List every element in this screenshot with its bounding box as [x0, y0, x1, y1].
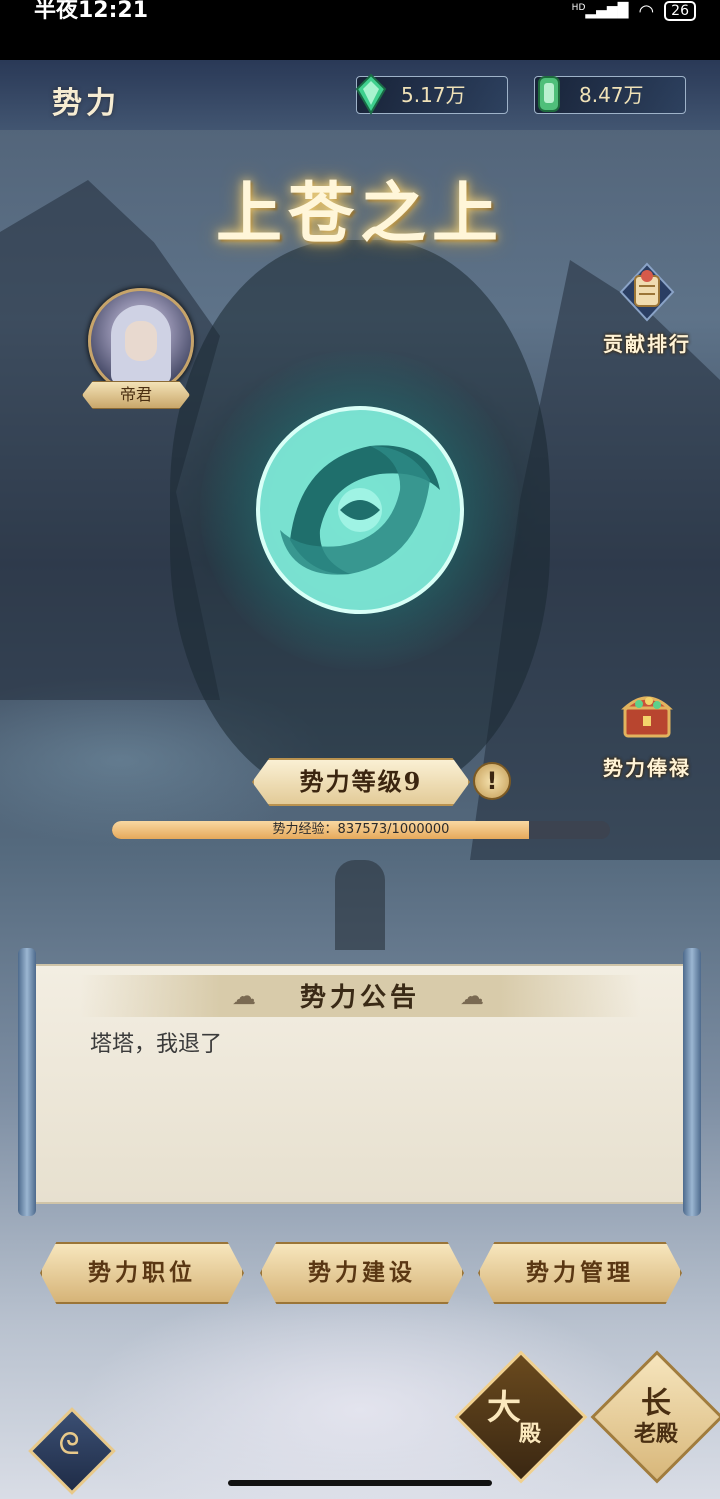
resource-gem[interactable]: 5.17万	[355, 73, 508, 115]
experience-text: 势力经验：837573/1000000	[272, 822, 450, 837]
notice-content[interactable]: 塔塔，我退了	[90, 1026, 222, 1058]
main-hall-button[interactable]: 大 殿	[454, 1350, 588, 1484]
faction-manage-button[interactable]: 势力管理	[478, 1242, 682, 1304]
elder-hall-button[interactable]: 长 老殿	[590, 1350, 720, 1484]
back-button[interactable]: ᘓ	[28, 1407, 116, 1495]
back-swirl-icon: ᘓ	[58, 1427, 80, 1462]
scroll-rod-right	[683, 948, 701, 1216]
salary-label: 势力俸禄	[603, 756, 691, 780]
jade-token-icon	[538, 76, 560, 112]
page-title: 势力	[52, 86, 120, 121]
contribution-ranking-button[interactable]: 贡献排行	[592, 262, 702, 357]
notice-title: 势力公告	[299, 983, 420, 1013]
battery-icon: 26	[664, 1, 696, 21]
jade-amount: 8.47万	[579, 83, 644, 107]
faction-name: 上苍之上	[216, 174, 504, 252]
dragon-emblem-icon	[256, 406, 464, 614]
cloud-ornament-right-icon: ☁	[460, 982, 484, 1010]
scroll-ranking-icon	[619, 262, 675, 322]
signal-icon: HD▂▄▆█	[571, 3, 629, 19]
status-bar: 半夜12:21 HD▂▄▆█ ◠ 26	[0, 0, 720, 60]
green-gem-icon	[355, 73, 387, 115]
resource-jade[interactable]: 8.47万	[534, 76, 686, 114]
elder-hall-label-bottom: 老殿	[633, 1421, 678, 1447]
faction-build-button[interactable]: 势力建设	[260, 1242, 464, 1304]
avatar-face	[125, 321, 157, 361]
home-indicator[interactable]	[228, 1480, 492, 1486]
faction-emblem[interactable]	[200, 350, 520, 670]
gem-amount: 5.17万	[401, 83, 466, 107]
treasure-chest-icon	[621, 696, 673, 738]
ranking-label: 贡献排行	[603, 332, 691, 356]
wifi-icon: ◠	[638, 0, 655, 22]
distant-stupa	[335, 860, 385, 950]
top-header: 势力 5.17万 8.47万	[0, 60, 720, 130]
network-label: HD	[571, 3, 586, 13]
scroll-rod-left	[18, 948, 36, 1216]
faction-level: 势力等级9	[252, 758, 470, 806]
faction-salary-button[interactable]: 势力俸禄	[592, 686, 702, 781]
level-info-button[interactable]: !	[473, 762, 511, 800]
faction-position-button[interactable]: 势力职位	[40, 1242, 244, 1304]
leader-title: 帝君	[82, 381, 190, 409]
main-hall-label-bottom: 殿	[518, 1421, 541, 1447]
status-icons: HD▂▄▆█ ◠ 26	[572, 0, 696, 22]
leader-avatar[interactable]	[88, 288, 194, 394]
status-time: 半夜12:21	[34, 0, 149, 23]
